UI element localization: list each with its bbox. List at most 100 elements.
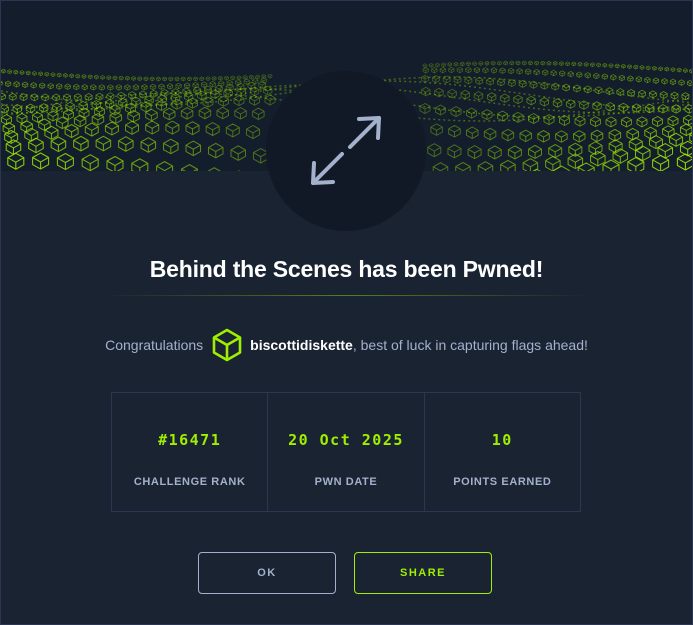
cube-shape: [460, 89, 470, 100]
cube-shape: [84, 122, 99, 137]
cube-shape: [608, 128, 622, 142]
cube-shape: [160, 89, 169, 97]
share-button[interactable]: SHARE: [354, 552, 492, 594]
cube-shape: [156, 160, 174, 171]
cube-shape: [47, 82, 54, 90]
cube-shape: [546, 60, 552, 66]
arrows-expand-icon: [311, 116, 381, 185]
cube-shape: [419, 103, 431, 114]
cube-shape: [524, 68, 532, 75]
cube-shape: [515, 60, 521, 66]
cube-shape: [594, 86, 603, 95]
cube-shape: [230, 145, 246, 161]
cube-shape: [132, 84, 140, 91]
cube-shape: [448, 125, 461, 138]
cube-shape: [648, 90, 657, 99]
cube-shape: [118, 136, 134, 152]
cube-shape: [141, 84, 148, 91]
cube-shape: [162, 76, 167, 82]
cube-shape: [562, 83, 570, 92]
cube-shape: [497, 60, 502, 66]
cube-shape: [73, 83, 80, 91]
cube-shape: [421, 74, 429, 83]
cube-shape: [163, 107, 176, 121]
cube-shape: [30, 82, 37, 89]
cube-shape: [112, 75, 118, 81]
cube-shape: [664, 66, 670, 72]
cube-shape: [658, 66, 663, 72]
cube-shape: [501, 128, 515, 142]
cube-shape: [652, 65, 657, 71]
cube-shape: [528, 144, 543, 159]
cube-shape: [453, 61, 459, 67]
cube-shape: [661, 78, 668, 85]
cube-shape: [52, 93, 60, 102]
cube-shape: [583, 62, 589, 67]
cube-shape: [107, 84, 114, 91]
cube-shape: [590, 62, 595, 68]
cube-shape: [559, 70, 566, 77]
cube-shape: [175, 82, 182, 90]
cube-shape: [180, 164, 198, 171]
cube-shape: [596, 62, 601, 68]
cube-shape: [550, 69, 557, 77]
cube-shape: [38, 71, 43, 77]
cube-shape: [149, 76, 155, 82]
cube-shape: [205, 122, 220, 137]
cube-shape: [482, 67, 489, 74]
cube-shape: [528, 60, 533, 66]
cube-shape: [8, 92, 17, 101]
congrats-prefix: Congratulations: [105, 337, 204, 353]
cube-shape: [65, 101, 75, 112]
cube-shape: [584, 72, 591, 79]
cube-shape: [187, 76, 192, 82]
cube-shape: [573, 130, 586, 143]
challenge-emblem: [266, 71, 426, 231]
cube-shape: [459, 61, 465, 67]
cube-shape: [131, 158, 149, 171]
cube-shape: [50, 136, 67, 153]
cube-shape: [574, 115, 586, 127]
cube-shape: [513, 94, 523, 105]
cube-shape: [95, 92, 104, 101]
cube-shape: [577, 162, 595, 171]
user-avatar: [212, 328, 242, 362]
cube-shape: [422, 63, 428, 69]
cube-shape: [41, 93, 50, 102]
cube-shape: [234, 106, 247, 120]
cube-shape: [522, 158, 539, 171]
username: biscottidiskette: [250, 337, 353, 353]
cube-shape: [676, 153, 692, 171]
cube-shape: [180, 76, 186, 82]
stat-pwn-date: 20 Oct 2025 PWN DATE: [268, 393, 425, 511]
cube-shape: [486, 77, 494, 86]
cube-shape: [56, 152, 74, 171]
cube-shape: [552, 61, 558, 66]
cube-shape: [490, 67, 498, 74]
cube-shape: [537, 130, 550, 143]
cube-shape: [50, 72, 56, 78]
cube-shape: [224, 75, 229, 81]
cube-shape: [521, 60, 527, 66]
cube-shape: [543, 114, 555, 126]
cube-shape: [679, 123, 692, 137]
cube-shape: [166, 83, 174, 90]
cube-shape: [4, 80, 12, 87]
cube-shape: [115, 84, 122, 91]
cube-shape: [185, 121, 200, 136]
cube-shape: [555, 130, 568, 143]
cube-shape: [490, 60, 496, 66]
title-divider: [104, 295, 589, 296]
cube-shape: [87, 74, 93, 80]
cube-shape: [13, 81, 20, 88]
cube-shape: [1, 68, 6, 74]
cube-shape: [593, 72, 600, 80]
cube-shape: [678, 79, 685, 86]
cube-shape: [670, 67, 676, 72]
ok-button[interactable]: OK: [198, 552, 336, 594]
cube-shape: [670, 91, 679, 100]
cube-shape: [180, 107, 194, 120]
cube-shape: [125, 120, 140, 135]
cube-shape: [207, 167, 222, 171]
cube-shape: [638, 89, 646, 98]
